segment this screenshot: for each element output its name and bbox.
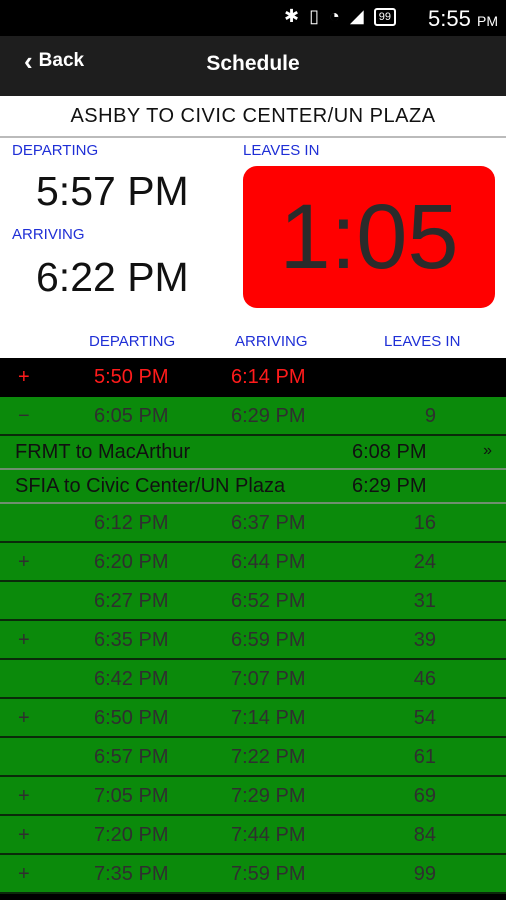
- wifi-icon: ◔: [329, 6, 340, 26]
- clock-ampm: PM: [477, 13, 498, 29]
- transfer-row[interactable]: SFIA to Civic Center/UN Plaza 6:29 PM: [0, 470, 506, 504]
- summary-panel: DEPARTING 5:57 PM ARRIVING 6:22 PM LEAVE…: [0, 138, 506, 358]
- column-headers: DEPARTING ARRIVING LEAVES IN: [0, 328, 506, 358]
- row-departing: 7:05 PM: [94, 785, 169, 807]
- row-departing: 6:42 PM: [94, 668, 169, 690]
- row-arriving: 7:59 PM: [231, 863, 306, 885]
- expand-toggle[interactable]: +: [18, 707, 30, 730]
- train-row[interactable]: + 7:05 PM 7:29 PM 69: [0, 777, 506, 816]
- expand-toggle[interactable]: +: [18, 366, 30, 389]
- train-row[interactable]: + 5:50 PM 6:14 PM: [0, 358, 506, 397]
- row-departing: 6:05 PM: [94, 405, 169, 427]
- col-departing: DEPARTING: [89, 333, 176, 350]
- row-leaves-in: 9: [424, 405, 436, 427]
- train-row[interactable]: + 6:35 PM 6:59 PM 39: [0, 621, 506, 660]
- row-leaves-in: 24: [413, 551, 436, 573]
- row-leaves-in: 61: [413, 746, 436, 768]
- page-title: Schedule: [206, 52, 300, 75]
- row-departing: 6:50 PM: [94, 707, 169, 729]
- row-arriving: 7:07 PM: [231, 668, 306, 690]
- row-departing: 5:50 PM: [94, 366, 169, 388]
- col-leaves-in: LEAVES IN: [384, 333, 461, 350]
- train-row[interactable]: + 6:20 PM 6:44 PM 24: [0, 543, 506, 582]
- row-arriving: 6:29 PM: [231, 405, 306, 427]
- status-bar: ✱ ▯ ◔ ◢ 99 5:55 PM: [0, 0, 506, 36]
- row-arriving: 7:14 PM: [231, 707, 306, 729]
- signal-icon: ◢: [349, 6, 364, 26]
- row-arriving: 6:37 PM: [231, 512, 306, 534]
- row-leaves-in: 39: [413, 629, 436, 651]
- row-arriving: 7:44 PM: [231, 824, 306, 846]
- departing-label: DEPARTING: [12, 142, 99, 159]
- train-row[interactable]: 6:57 PM 7:22 PM 61: [0, 738, 506, 777]
- expand-toggle[interactable]: +: [18, 824, 30, 847]
- train-row[interactable]: + 7:20 PM 7:44 PM 84: [0, 816, 506, 855]
- expand-toggle[interactable]: +: [18, 629, 30, 652]
- row-leaves-in: 84: [413, 824, 436, 846]
- departing-time: 5:57 PM: [36, 168, 189, 214]
- row-arriving: 6:59 PM: [231, 629, 306, 651]
- train-row[interactable]: + 6:50 PM 7:14 PM 54: [0, 699, 506, 738]
- train-row[interactable]: 6:42 PM 7:07 PM 46: [0, 660, 506, 699]
- row-leaves-in: 46: [413, 668, 436, 690]
- expand-toggle[interactable]: +: [18, 551, 30, 574]
- row-arriving: 7:29 PM: [231, 785, 306, 807]
- train-row[interactable]: 6:27 PM 6:52 PM 31: [0, 582, 506, 621]
- col-arriving: ARRIVING: [235, 333, 308, 350]
- train-row[interactable]: − 6:05 PM 6:29 PM 9: [0, 397, 506, 436]
- vibrate-icon: ▯: [309, 6, 320, 26]
- row-leaves-in: 69: [413, 785, 436, 807]
- bluetooth-icon: ✱: [284, 6, 300, 26]
- row-departing: 7:35 PM: [94, 863, 169, 885]
- row-arriving: 6:14 PM: [231, 366, 306, 388]
- action-bar: ‹ Back Schedule: [0, 36, 506, 96]
- transfer-time: 6:08 PM: [352, 441, 427, 463]
- row-leaves-in: 54: [413, 707, 436, 729]
- arriving-time: 6:22 PM: [36, 254, 189, 300]
- transfer-name: SFIA to Civic Center/UN Plaza: [15, 475, 286, 497]
- train-row[interactable]: 6:12 PM 6:37 PM 16: [0, 504, 506, 543]
- arriving-label: ARRIVING: [12, 226, 85, 243]
- train-row[interactable]: + 7:35 PM 7:59 PM 99: [0, 855, 506, 894]
- row-arriving: 6:44 PM: [231, 551, 306, 573]
- status-icons: ✱ ▯ ◔ ◢ 99: [284, 6, 396, 27]
- transfer-time: 6:29 PM: [352, 475, 427, 497]
- row-departing: 6:12 PM: [94, 512, 169, 534]
- collapse-toggle[interactable]: −: [18, 405, 30, 428]
- row-departing: 7:20 PM: [94, 824, 169, 846]
- expand-toggle[interactable]: +: [18, 863, 30, 886]
- status-clock: 5:55 PM: [428, 6, 498, 32]
- row-arriving: 7:22 PM: [231, 746, 306, 768]
- leaves-in-label: LEAVES IN: [243, 142, 320, 159]
- row-leaves-in: 31: [413, 590, 436, 612]
- row-leaves-in: 16: [413, 512, 436, 534]
- transfer-row[interactable]: FRMT to MacArthur 6:08 PM »: [0, 436, 506, 470]
- expand-toggle[interactable]: +: [18, 785, 30, 808]
- row-leaves-in: 99: [413, 863, 436, 885]
- clock-time: 5:55: [428, 6, 471, 31]
- row-arriving: 6:52 PM: [231, 590, 306, 612]
- schedule-list: + 5:50 PM 6:14 PM − 6:05 PM 6:29 PM 9 FR…: [0, 358, 506, 894]
- row-departing: 6:57 PM: [94, 746, 169, 768]
- countdown-timer: 1:05: [243, 166, 495, 308]
- row-departing: 6:27 PM: [94, 590, 169, 612]
- transfer-arrow-icon[interactable]: »: [483, 442, 492, 460]
- battery-icon: 99: [373, 7, 396, 26]
- route-title: ASHBY TO CIVIC CENTER/UN PLAZA: [0, 96, 506, 138]
- row-departing: 6:20 PM: [94, 551, 169, 573]
- row-departing: 6:35 PM: [94, 629, 169, 651]
- transfer-name: FRMT to MacArthur: [15, 441, 191, 463]
